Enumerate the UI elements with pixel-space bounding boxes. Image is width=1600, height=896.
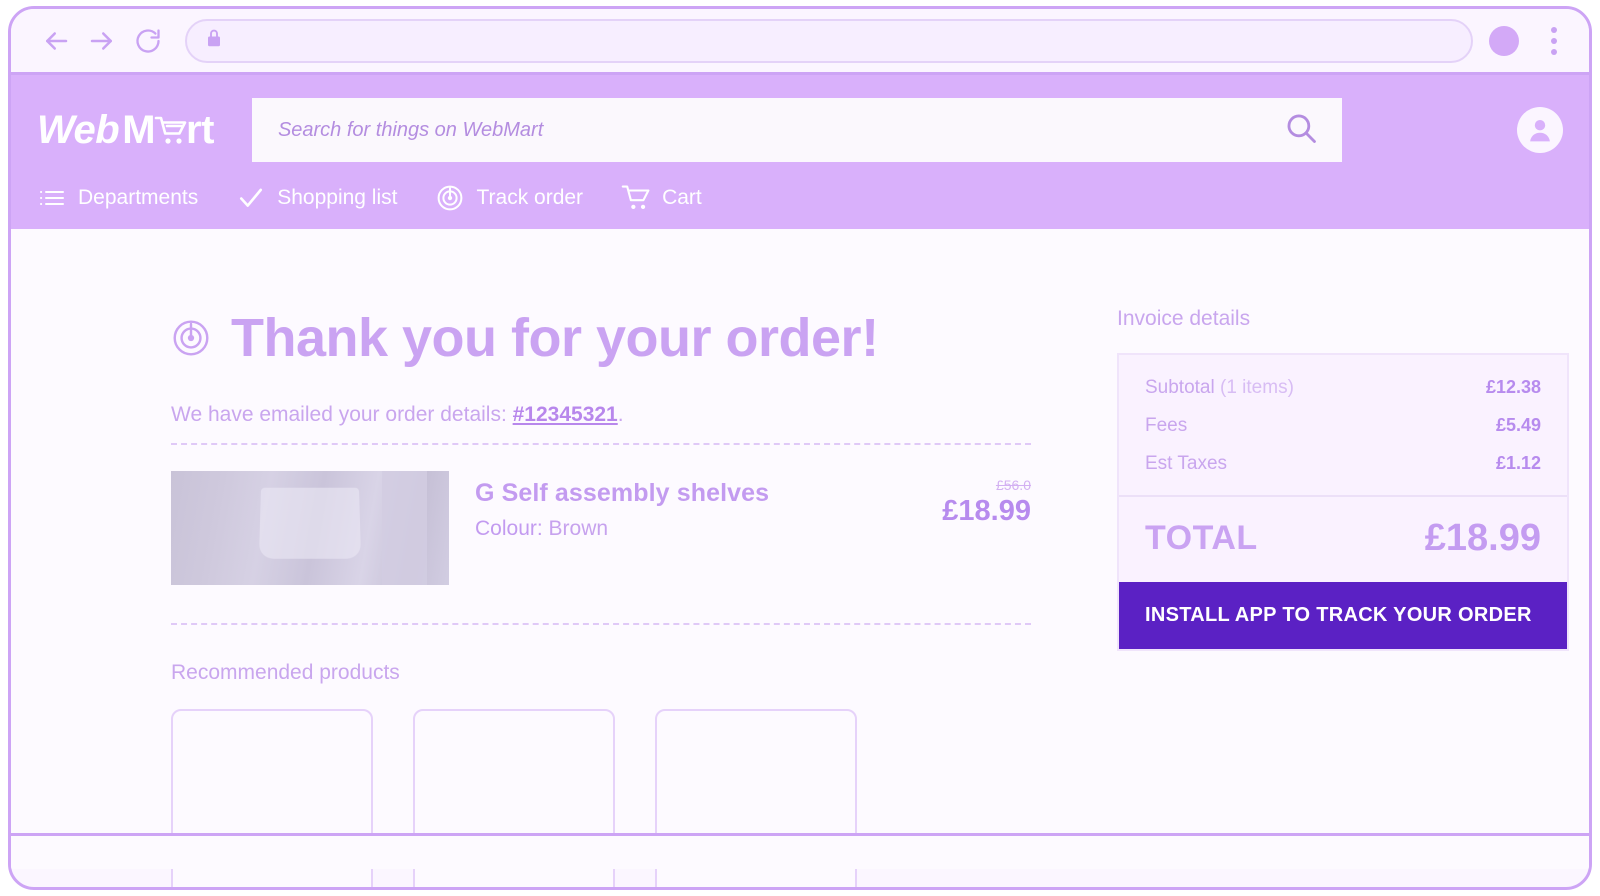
forward-arrow-icon (87, 26, 117, 56)
radar-target-icon (171, 318, 211, 363)
page-body: Thank you for your order! We have emaile… (11, 229, 1589, 887)
address-bar[interactable] (185, 18, 1473, 63)
search-bar[interactable]: Search for things on WebMart (251, 98, 1342, 162)
menu-list-icon (37, 183, 67, 213)
radar-target-icon (435, 183, 465, 213)
invoice-value-fees: £5.49 (1495, 415, 1541, 435)
header-top-bar: Web M rt Search for things on WebMart (37, 93, 1563, 167)
recommended-products-title: Recommended products (171, 661, 400, 684)
search-icon[interactable] (1284, 111, 1318, 150)
logo-text-web: Web (37, 107, 120, 152)
browser-window: Web M rt Search for things on WebMart Dep… (8, 6, 1592, 890)
invoice-total-value: £18.99 (1424, 517, 1541, 559)
logo-text-rt: rt (186, 107, 214, 152)
product-info: G Self assembly shelves Colour: Brown (475, 471, 885, 541)
invoice-card: Subtotal (1 items) £12.38 Fees £5.49 Est… (1117, 353, 1569, 651)
order-number-link[interactable]: #12345321 (513, 403, 618, 426)
order-summary-column: Thank you for your order! We have emaile… (171, 307, 1031, 887)
invoice-row-fees: Fees £5.49 (1145, 415, 1541, 437)
product-colour-value: Brown (548, 517, 609, 540)
invoice-total-label: TOTAL (1145, 519, 1258, 557)
product-colour-label: Colour: (475, 517, 543, 540)
invoice-label-subtotal-text: Subtotal (1145, 377, 1215, 398)
product-price-current: £18.99 (942, 495, 1031, 527)
header-nav: Departments Shopping list Track order Ca… (37, 167, 1563, 229)
forward-button[interactable] (79, 18, 125, 64)
invoice-label-subtotal: Subtotal (1 items) (1145, 377, 1294, 399)
order-email-suffix: . (617, 403, 624, 426)
invoice-total-row: TOTAL £18.99 (1119, 495, 1567, 582)
invoice-row-subtotal: Subtotal (1 items) £12.38 (1145, 377, 1541, 399)
nav-label-shopping-list: Shopping list (277, 186, 398, 209)
reload-icon (134, 27, 162, 55)
install-app-button[interactable]: INSTALL APP TO TRACK YOUR ORDER (1119, 582, 1567, 649)
site-logo[interactable]: Web M rt (37, 108, 214, 153)
invoice-label-est-taxes: Est Taxes (1145, 453, 1228, 474)
product-title[interactable]: G Self assembly shelves (475, 479, 885, 508)
invoice-column: Invoice details Subtotal (1 items) £12.3… (1117, 307, 1569, 887)
logo-text-m: M (122, 107, 156, 152)
window-bottom-strip (11, 833, 1589, 869)
browser-chrome (11, 9, 1589, 75)
invoice-details-title: Invoice details (1117, 307, 1251, 330)
back-button[interactable] (33, 18, 79, 64)
kebab-menu-icon[interactable] (1541, 24, 1567, 58)
order-email-notice: We have emailed your order details: #123… (171, 403, 1031, 427)
product-colour: Colour: Brown (475, 517, 885, 541)
nav-label-track-order: Track order (476, 186, 584, 209)
order-item-row: G Self assembly shelves Colour: Brown £5… (171, 445, 1031, 607)
account-circle-icon[interactable] (1517, 107, 1563, 153)
invoice-value-est-taxes: £1.12 (1495, 453, 1541, 473)
shopping-cart-icon (154, 111, 188, 156)
invoice-line-items: Subtotal (1 items) £12.38 Fees £5.49 Est… (1119, 355, 1567, 495)
page-content: Thank you for your order! We have emaile… (11, 229, 1589, 887)
nav-label-cart: Cart (662, 186, 702, 209)
site-header: Web M rt Search for things on WebMart Dep… (11, 75, 1589, 229)
divider-bottom (171, 623, 1031, 625)
page-title: Thank you for your order! (231, 308, 879, 368)
shopping-cart-icon (621, 183, 651, 213)
thank-you-header: Thank you for your order! (171, 307, 1031, 369)
product-price-group: £56.0 £18.99 (911, 471, 1031, 528)
lock-icon (205, 28, 223, 53)
search-input[interactable]: Search for things on WebMart (278, 119, 1284, 142)
nav-label-departments: Departments (78, 186, 199, 209)
product-thumbnail[interactable] (171, 471, 449, 585)
reload-button[interactable] (125, 18, 171, 64)
invoice-row-est-taxes: Est Taxes £1.12 (1145, 453, 1541, 475)
order-email-prefix: We have emailed your order details: (171, 403, 513, 426)
back-arrow-icon (41, 26, 71, 56)
profile-avatar-icon[interactable] (1489, 25, 1519, 56)
check-icon (236, 183, 266, 213)
product-price-original: £56.0 (995, 477, 1031, 493)
invoice-value-subtotal: £12.38 (1485, 377, 1541, 397)
invoice-label-subtotal-count: (1 items) (1214, 377, 1294, 398)
nav-item-track-order[interactable]: Track order (435, 183, 583, 213)
nav-item-shopping-list[interactable]: Shopping list (236, 183, 397, 213)
nav-item-cart[interactable]: Cart (621, 183, 702, 213)
nav-item-departments[interactable]: Departments (37, 183, 198, 213)
invoice-label-fees: Fees (1145, 415, 1188, 436)
